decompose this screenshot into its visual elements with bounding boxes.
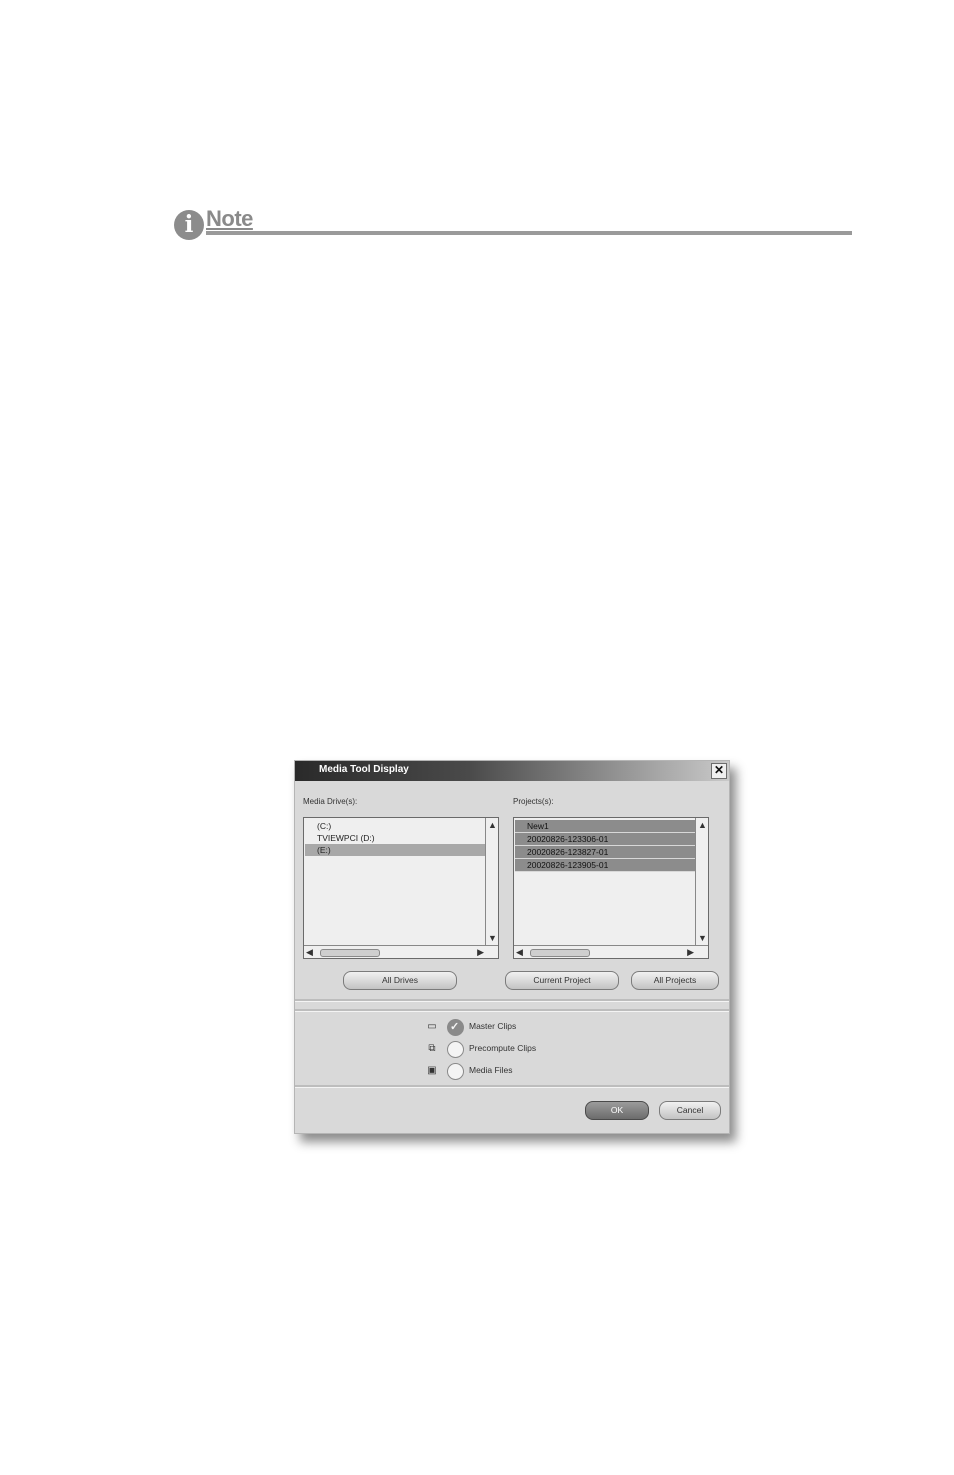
note-title: Note [206,206,253,231]
drive-item-d[interactable]: TVIEWPCI (D:) [305,832,485,844]
drive-item-c[interactable]: (C:) [305,820,485,832]
project-item[interactable]: 20020826-123905-01 [515,859,695,872]
scroll-left-icon[interactable]: ◀ [306,947,313,957]
note-header: i Note [174,206,852,242]
scroll-up-icon[interactable]: ▲ [698,820,707,830]
drive-item-e[interactable]: (E:) [305,844,485,856]
note-rule [206,231,852,235]
close-button[interactable]: ✕ [711,763,727,779]
scroll-right-icon[interactable]: ▶ [477,947,484,957]
precompute-clip-icon: ⧉ [428,1043,436,1054]
all-drives-button[interactable]: All Drives [343,971,457,990]
info-icon: i [174,210,204,240]
master-clips-label: Master Clips [469,1021,517,1031]
scroll-down-icon[interactable]: ▼ [698,933,707,943]
separator [295,1009,729,1012]
cancel-button[interactable]: Cancel [659,1101,721,1120]
project-item-new1[interactable]: New1 [515,820,695,833]
separator [295,999,729,1002]
media-files-radio[interactable] [447,1063,464,1080]
master-clips-radio[interactable] [447,1019,464,1036]
projects-vertical-scrollbar[interactable]: ▲ ▼ [695,818,708,945]
drives-vertical-scrollbar[interactable]: ▲ ▼ [485,818,498,945]
precompute-clips-label: Precompute Clips [469,1043,537,1053]
media-drives-label: Media Drive(s): [303,797,358,806]
projects-horizontal-scrollbar[interactable]: ◀ ▶ [514,945,708,958]
ok-button[interactable]: OK [585,1101,649,1120]
media-files-label: Media Files [469,1065,513,1075]
scroll-right-icon[interactable]: ▶ [687,947,694,957]
dialog-title: Media Tool Display [319,764,409,775]
projects-label: Projects(s): [513,797,554,806]
project-item[interactable]: 20020826-123306-01 [515,833,695,846]
dialog-titlebar[interactable]: Media Tool Display ✕ [295,761,729,781]
project-item[interactable]: 20020826-123827-01 [515,846,695,859]
projects-list[interactable]: New1 20020826-123306-01 20020826-123827-… [513,817,709,959]
media-file-icon: ▣ [427,1065,437,1076]
scroll-left-icon[interactable]: ◀ [516,947,523,957]
master-clip-icon: ▭ [427,1021,437,1032]
scroll-thumb[interactable] [530,949,590,957]
scroll-down-icon[interactable]: ▼ [488,933,497,943]
all-projects-button[interactable]: All Projects [631,971,719,990]
precompute-clips-radio[interactable] [447,1041,464,1058]
media-tool-display-dialog: Media Tool Display ✕ Media Drive(s): Pro… [294,760,730,1134]
separator [295,1085,729,1088]
close-icon: ✕ [713,763,725,777]
media-drives-list[interactable]: (C:) TVIEWPCI (D:) (E:) ▲ ▼ ◀ ▶ [303,817,499,959]
drives-horizontal-scrollbar[interactable]: ◀ ▶ [304,945,498,958]
current-project-button[interactable]: Current Project [505,971,619,990]
scroll-thumb[interactable] [320,949,380,957]
scroll-up-icon[interactable]: ▲ [488,820,497,830]
